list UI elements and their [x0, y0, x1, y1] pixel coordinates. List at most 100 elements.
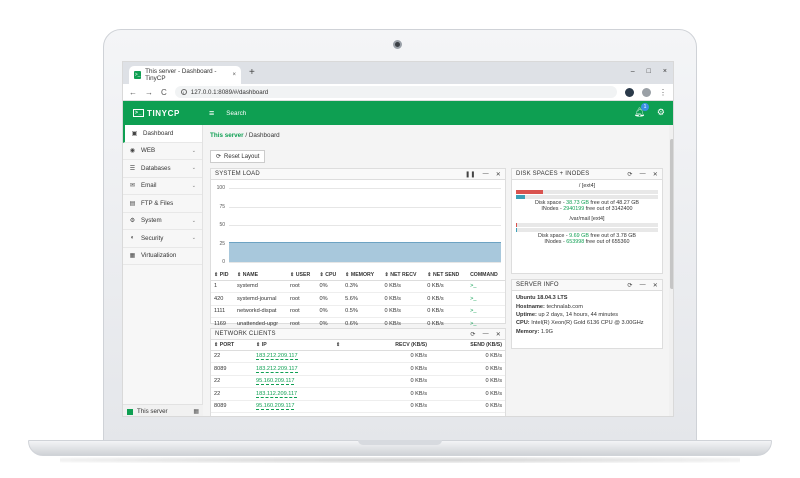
- search-link[interactable]: Search: [226, 110, 246, 117]
- column-header-cpu[interactable]: ⇕ CPU: [316, 270, 343, 281]
- chevron-down-icon: ⌄: [191, 182, 196, 189]
- maximize-window-button[interactable]: □: [647, 68, 651, 75]
- info-icon[interactable]: i: [180, 89, 187, 95]
- port-cell: 8089: [211, 400, 253, 413]
- column-header-net-recv[interactable]: ⇕ NET RECV: [381, 270, 425, 281]
- column-header-memory[interactable]: ⇕ MEMORY: [342, 270, 382, 281]
- column-header-ip[interactable]: ⇕ IP: [253, 340, 333, 351]
- memory-cell: 0.3%: [342, 280, 382, 293]
- refresh-icon[interactable]: ⟳: [470, 331, 475, 338]
- sidebar-item-web[interactable]: ◉ WEB ⌄: [123, 143, 202, 160]
- reset-layout-button[interactable]: ⟳ Reset Layout: [210, 150, 266, 163]
- chart-gridline: [229, 225, 501, 226]
- sidebar-item-virtualization[interactable]: ▦ Virtualization: [123, 248, 202, 265]
- sidebar-item-system[interactable]: ⚙ System ⌄: [123, 213, 202, 230]
- ip-link[interactable]: 183.212.209.117: [256, 365, 298, 373]
- pid-cell: 1111: [211, 305, 234, 318]
- system-load-panel: SYSTEM LOAD ❚❚ — ✕ 0 25 50 75 100 ⇕ PID ⇕ NA…: [210, 168, 506, 331]
- sidebar-item-databases[interactable]: ☰ Databases ⌄: [123, 160, 202, 178]
- minimize-icon[interactable]: —: [483, 331, 489, 338]
- port-cell: 22: [211, 387, 253, 401]
- minimize-icon[interactable]: —: [640, 171, 646, 178]
- apps-grid-icon[interactable]: ▦: [193, 408, 199, 415]
- chevron-down-icon: ⌄: [191, 165, 196, 172]
- column-header-pid[interactable]: ⇕ PID: [211, 270, 234, 281]
- disk-space-bar-fill: [516, 190, 543, 194]
- close-icon[interactable]: ✕: [653, 282, 658, 289]
- sidebar-item-email[interactable]: ✉ Email ⌄: [123, 178, 202, 195]
- sidebar-item-security[interactable]: ◐ Security ⌄: [123, 230, 202, 248]
- scrollbar-thumb[interactable]: [670, 139, 673, 289]
- server-selector[interactable]: This server ▦: [123, 404, 203, 416]
- close-icon[interactable]: ✕: [496, 171, 501, 178]
- pause-icon[interactable]: ❚❚: [465, 171, 475, 178]
- close-window-button[interactable]: ×: [663, 68, 667, 75]
- minimize-icon[interactable]: —: [640, 282, 646, 289]
- panel-tools: ❚❚ — ✕: [465, 171, 501, 178]
- disk-mount: /var/mail [ext4] Disk space - 9.69 GB fr…: [512, 216, 662, 245]
- ip-link[interactable]: 95.160.209.117: [256, 378, 295, 386]
- table-row: 8089 183.212.209.117 0 KB/s 0 KB/s: [211, 362, 505, 376]
- user-cell: root: [286, 305, 317, 318]
- database-icon: ☰: [129, 165, 136, 172]
- tab-close-icon[interactable]: ×: [232, 72, 236, 78]
- pid-cell: 1: [211, 280, 234, 293]
- inode-text: INodes - 653998 free out of 655360: [512, 239, 662, 245]
- column-header-net-send[interactable]: ⇕ NET SEND: [424, 270, 468, 281]
- y-tick-label: 75: [219, 203, 225, 210]
- terminal-icon[interactable]: >_: [467, 280, 505, 293]
- minimize-window-button[interactable]: –: [631, 68, 635, 75]
- inode-free: 2940199: [563, 206, 585, 212]
- sidebar: ▣ Dashboard ◉ WEB ⌄ ☰ Databases ⌄ ✉ Emai…: [123, 125, 203, 416]
- terminal-icon[interactable]: >_: [467, 292, 505, 306]
- extension-icon[interactable]: [625, 87, 634, 97]
- refresh-icon[interactable]: ⟳: [627, 282, 632, 289]
- app-logo[interactable]: >_ TINYCP: [133, 109, 209, 118]
- ip-link[interactable]: 95.160.209.117: [256, 403, 295, 411]
- terminal-icon[interactable]: >_: [467, 305, 505, 318]
- os-value: Ubuntu 18.04.3 LTS: [516, 295, 568, 302]
- panel-tools: ⟳ — ✕: [470, 331, 501, 338]
- favicon-icon: >_: [134, 71, 142, 79]
- send-cell: 0 KB/s: [424, 305, 468, 318]
- hamburger-menu-icon[interactable]: ≡: [209, 108, 214, 118]
- forward-button[interactable]: →: [145, 88, 153, 97]
- ip-link[interactable]: 183.112.209.117: [256, 390, 298, 398]
- close-icon[interactable]: ✕: [653, 171, 658, 178]
- back-button[interactable]: ←: [129, 88, 137, 97]
- send-cell: 0 KB/s: [430, 400, 505, 413]
- dashboard-icon: ▣: [131, 130, 138, 137]
- column-header-port[interactable]: ⇕ PORT: [211, 340, 253, 351]
- window-controls: – □ ×: [631, 68, 667, 75]
- page-scrollbar[interactable]: [669, 125, 673, 416]
- y-tick-label: 25: [219, 240, 225, 247]
- breadcrumb-link[interactable]: This server: [210, 132, 244, 139]
- mount-name: /var/mail [ext4]: [569, 216, 605, 222]
- browser-tabbar: >_ This server - Dashboard - TinyCP × + …: [123, 62, 673, 84]
- sidebar-item-label: Databases: [141, 164, 171, 172]
- browser-menu-icon[interactable]: ⋮: [659, 88, 667, 97]
- settings-gears-icon[interactable]: ⚙: [657, 107, 665, 118]
- browser-tab[interactable]: >_ This server - Dashboard - TinyCP ×: [129, 66, 241, 84]
- inode-bar: [516, 228, 658, 232]
- refresh-icon[interactable]: ⟳: [627, 171, 632, 178]
- sidebar-item-label: FTP & Files: [141, 199, 174, 207]
- address-bar[interactable]: i 127.0.0.1:8089/#/dashboard: [174, 86, 617, 98]
- send-cell: 0 KB/s: [430, 350, 505, 363]
- ip-link[interactable]: 183.212.209.117: [256, 353, 298, 361]
- reset-layout-label: Reset Layout: [224, 153, 260, 160]
- panel-title: SERVER INFO: [516, 282, 559, 288]
- column-header-sort[interactable]: ⇕: [333, 340, 355, 351]
- sidebar-item-dashboard[interactable]: ▣ Dashboard: [123, 125, 202, 143]
- recv-cell: 0 KB/s: [355, 362, 430, 376]
- sidebar-item-ftp-files[interactable]: ▤ FTP & Files: [123, 195, 202, 213]
- reload-button[interactable]: C: [161, 88, 167, 97]
- new-tab-button[interactable]: +: [249, 67, 255, 78]
- close-icon[interactable]: ✕: [496, 331, 501, 338]
- os-line: Ubuntu 18.04.3 LTS: [512, 294, 662, 302]
- column-header-user[interactable]: ⇕ USER: [286, 270, 317, 281]
- column-header-name[interactable]: ⇕ NAME: [234, 270, 287, 281]
- sidebar-item-label: Virtualization: [141, 252, 177, 260]
- profile-icon[interactable]: [642, 87, 651, 97]
- minimize-icon[interactable]: —: [483, 171, 489, 178]
